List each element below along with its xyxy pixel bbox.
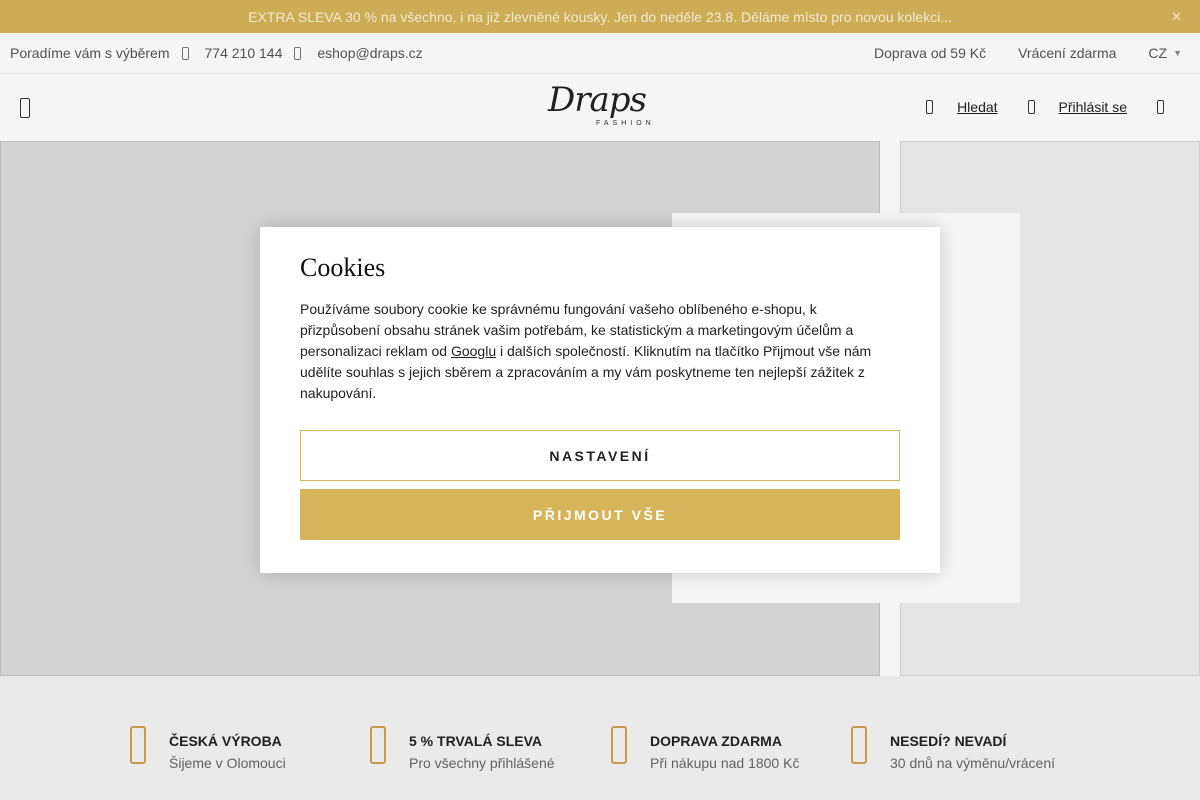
dialog-title: Cookies	[300, 253, 386, 282]
google-link[interactable]: Googlu	[451, 343, 496, 359]
settings-button[interactable]: NASTAVENÍ	[300, 430, 900, 481]
cookie-dialog: Cookies Používáme soubory cookie ke sprá…	[260, 227, 940, 573]
accept-all-button[interactable]: PŘIJMOUT VŠE	[300, 489, 900, 540]
dialog-text: Používáme soubory cookie ke správnému fu…	[300, 299, 890, 404]
